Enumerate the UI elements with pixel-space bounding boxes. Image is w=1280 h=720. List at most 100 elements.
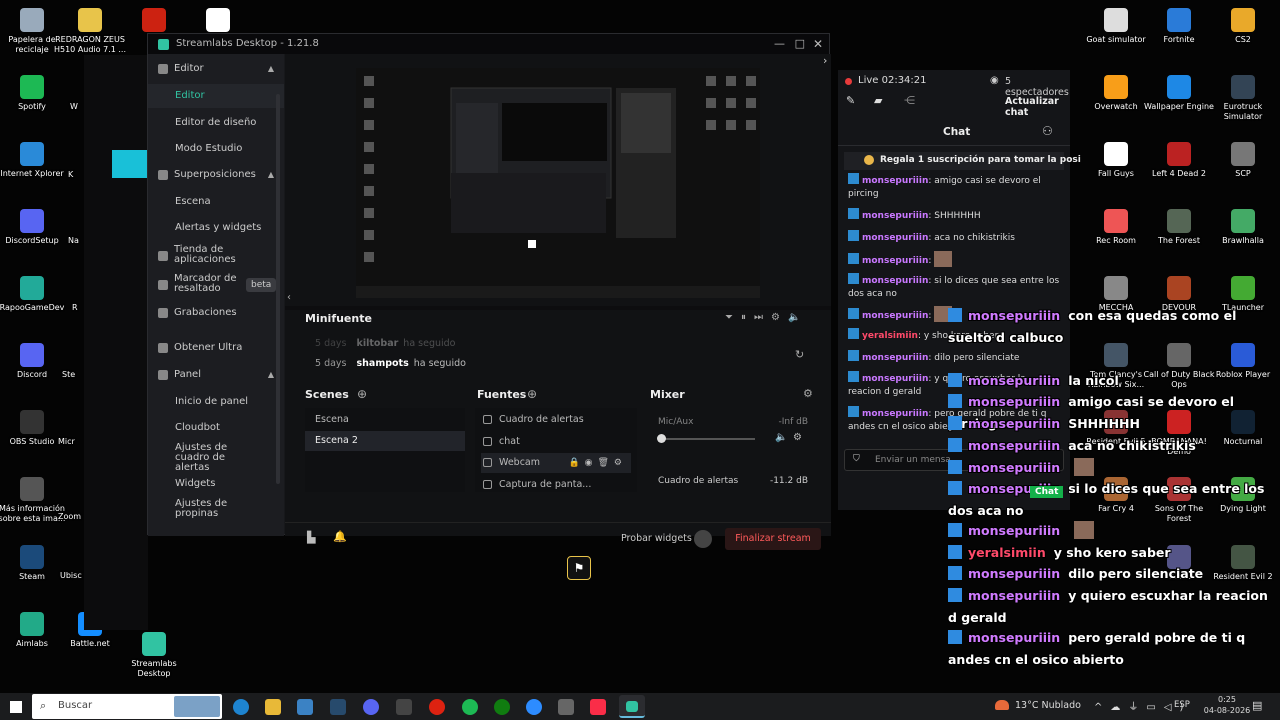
minifuente-controls[interactable]: ⏷⏸⏭⚙🔈	[725, 312, 808, 323]
add-scene-icon[interactable]: ⊕	[357, 387, 367, 401]
chevron-up-icon[interactable]: ▲	[268, 57, 274, 81]
xbox-icon[interactable]	[494, 699, 510, 715]
volume-slider[interactable]	[661, 438, 755, 440]
desktop-icon[interactable]: Spotify	[0, 75, 69, 112]
sidebar-scrollbar[interactable]	[276, 94, 280, 484]
windows-start-icon[interactable]	[10, 701, 22, 713]
volume-slider-handle[interactable]	[657, 434, 666, 443]
sidebar-item[interactable]: Ajustes de cuadro de alertas	[148, 443, 284, 473]
chat-username[interactable]: monsepuriiin	[862, 276, 928, 286]
zoom-icon[interactable]	[526, 699, 542, 715]
desktop-icon[interactable]: SCP	[1206, 142, 1280, 179]
notifications-icon[interactable]: 🔔	[333, 530, 347, 543]
language-indicator[interactable]: ESP	[1174, 700, 1190, 710]
desktop-icon[interactable]: The Forest	[1142, 209, 1216, 246]
source-item[interactable]: Webcam 🔒◉🗑⚙	[481, 453, 631, 473]
sidebar-item[interactable]: Grabaciones	[148, 301, 284, 325]
folder-icon[interactable]: ▰	[874, 94, 882, 107]
desktop-icon[interactable]: Internet Xplorer	[0, 142, 69, 179]
desktop-icon[interactable]: Wallpaper Engine	[1142, 75, 1216, 112]
opera-icon[interactable]	[429, 699, 445, 715]
sidebar-item[interactable]: Editor ▲	[148, 57, 284, 81]
source-item[interactable]: Captura de panta...	[481, 475, 631, 495]
scene-item[interactable]: Escena 2	[305, 431, 465, 451]
mixer-settings-icon[interactable]: ⚙	[803, 387, 813, 400]
desktop-icon[interactable]: RapooGameDev	[0, 276, 69, 313]
stats-icon[interactable]: ▙	[307, 531, 315, 544]
desktop-icon[interactable]: Discord	[0, 343, 69, 380]
chevron-up-icon[interactable]: ▲	[268, 163, 274, 187]
sidebar-item[interactable]: Alertas y widgets	[148, 216, 284, 240]
desktop-icon[interactable]: Steam	[0, 545, 69, 582]
sidebar-item[interactable]: Editor de diseño	[148, 111, 284, 135]
taskbar-search-box[interactable]: ⌕ Buscar	[32, 694, 222, 719]
desktop-icon[interactable]: Left 4 Dead 2	[1142, 142, 1216, 179]
chat-username[interactable]: monsepuriiin	[862, 256, 928, 266]
scene-item[interactable]: Escena	[305, 410, 465, 430]
notification-center-icon[interactable]: ▤	[1252, 699, 1262, 712]
clock-time[interactable]: 0:25	[1207, 695, 1247, 704]
close-icon[interactable]: ✕	[813, 34, 823, 54]
epic-icon[interactable]	[396, 699, 412, 715]
chat-username[interactable]: monsepuriiin	[862, 409, 928, 419]
maximize-icon[interactable]: □	[795, 34, 805, 54]
clock-date[interactable]: 04-08-2026	[1200, 706, 1254, 715]
sidebar-item[interactable]: Tienda de aplicaciones	[148, 244, 284, 268]
expand-right-icon[interactable]: ›	[823, 54, 827, 67]
desktop-icon[interactable]: DiscordSetup	[0, 209, 69, 246]
edit-icon[interactable]: ✎	[846, 94, 855, 107]
sidebar-item[interactable]: Modo Estudio	[148, 137, 284, 161]
sidebar-item[interactable]: Inicio de panel	[148, 390, 284, 414]
steam-icon[interactable]	[330, 699, 346, 715]
share-icon[interactable]: ⋲	[904, 94, 915, 107]
rec-button[interactable]	[694, 530, 712, 548]
chat-username[interactable]: monsepuriiin	[862, 211, 928, 221]
sidebar-item[interactable]: Escena	[148, 190, 284, 214]
chevron-up-icon[interactable]: ▲	[268, 363, 274, 387]
sidebar-item[interactable]: Panel ▲	[148, 363, 284, 387]
mute-icon[interactable]: 🔈	[775, 432, 787, 443]
sidebar-item[interactable]: Ajustes de propinas	[148, 498, 284, 522]
desktop-app-icon	[1167, 75, 1191, 99]
desktop-icon[interactable]: CS2	[1206, 8, 1280, 45]
chat-username[interactable]: monsepuriiin	[862, 176, 928, 186]
collapse-left-icon[interactable]: ‹	[287, 292, 291, 303]
source-controls[interactable]: 🔒◉🗑⚙	[568, 453, 627, 473]
flag-icon[interactable]: ⚑	[567, 556, 591, 580]
sidebar-item[interactable]: Marcador de resaltado beta	[148, 273, 284, 297]
sidebar-item[interactable]: Editor	[148, 84, 284, 108]
desktop-icon[interactable]	[181, 8, 255, 35]
file-explorer-icon[interactable]	[265, 699, 281, 715]
chat-username[interactable]: monsepuriiin	[862, 233, 928, 243]
store-icon[interactable]	[297, 699, 313, 715]
edge-icon[interactable]	[233, 699, 249, 715]
chat-username[interactable]: monsepuriiin	[862, 311, 928, 321]
desktop-icon[interactable]: REDRAGON ZEUS H510 Audio 7.1 ...	[53, 8, 127, 55]
users-icon[interactable]: ⚇	[1042, 124, 1053, 138]
source-item[interactable]: chat	[481, 432, 631, 452]
desktop-icon[interactable]: Fortnite	[1142, 8, 1216, 45]
desktop-icon[interactable]: Brawlhalla	[1206, 209, 1280, 246]
music-icon[interactable]	[590, 699, 606, 715]
preview-divider[interactable]	[285, 306, 831, 310]
discord-icon[interactable]	[363, 699, 379, 715]
add-source-icon[interactable]: ⊕	[527, 387, 537, 401]
sidebar-item[interactable]: Obtener Ultra	[148, 336, 284, 360]
desktop-icon[interactable]: Eurotruck Simulator	[1206, 75, 1280, 122]
minimize-icon[interactable]: —	[774, 34, 785, 54]
sidebar-item[interactable]: Superposiciones ▲	[148, 163, 284, 187]
spotify-icon[interactable]	[462, 699, 478, 715]
chat-username[interactable]: yeralsimiin	[862, 331, 918, 341]
game-icon[interactable]	[558, 699, 574, 715]
channel-settings-icon[interactable]: ⚙	[793, 432, 802, 443]
sidebar-item[interactable]: Widgets	[148, 472, 284, 496]
desktop-icon[interactable]: Streamlabs Desktop	[117, 632, 191, 679]
chat-username[interactable]: monsepuriiin	[862, 374, 928, 384]
chat-username[interactable]: monsepuriiin	[862, 353, 928, 363]
refresh-chat-button[interactable]: Actualizar chat	[1005, 96, 1070, 118]
test-widgets-button[interactable]: Probar widgets	[621, 533, 692, 544]
end-stream-button[interactable]: Finalizar stream	[725, 528, 821, 550]
replay-icon[interactable]: ↻	[795, 348, 804, 361]
source-item[interactable]: Cuadro de alertas	[481, 410, 631, 430]
sidebar-item[interactable]: Cloudbot	[148, 416, 284, 440]
